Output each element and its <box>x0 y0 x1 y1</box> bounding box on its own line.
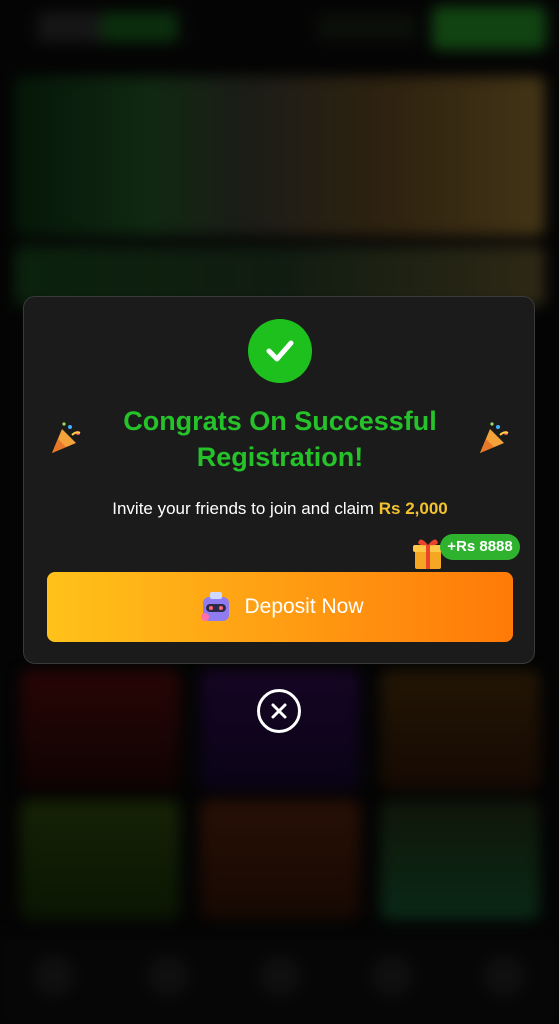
check-circle-icon <box>248 319 312 383</box>
registration-success-modal: Congrats On Successful Registration! Inv… <box>23 296 535 664</box>
robot-wallet-icon <box>201 592 230 621</box>
party-popper-icon <box>52 422 81 453</box>
deposit-now-label: Deposit Now <box>244 595 364 618</box>
party-popper-icon <box>480 422 509 453</box>
deposit-now-button[interactable]: Deposit Now <box>47 572 513 642</box>
bonus-badge: +Rs 8888 <box>440 534 520 560</box>
invite-amount: Rs 2,000 <box>378 499 448 518</box>
close-icon <box>271 703 287 719</box>
invite-message: Invite your friends to join and claim Rs… <box>24 499 536 519</box>
invite-text: Invite your friends to join and claim <box>112 499 374 518</box>
modal-title: Congrats On Successful Registration! <box>123 406 437 472</box>
close-button[interactable] <box>257 689 301 733</box>
